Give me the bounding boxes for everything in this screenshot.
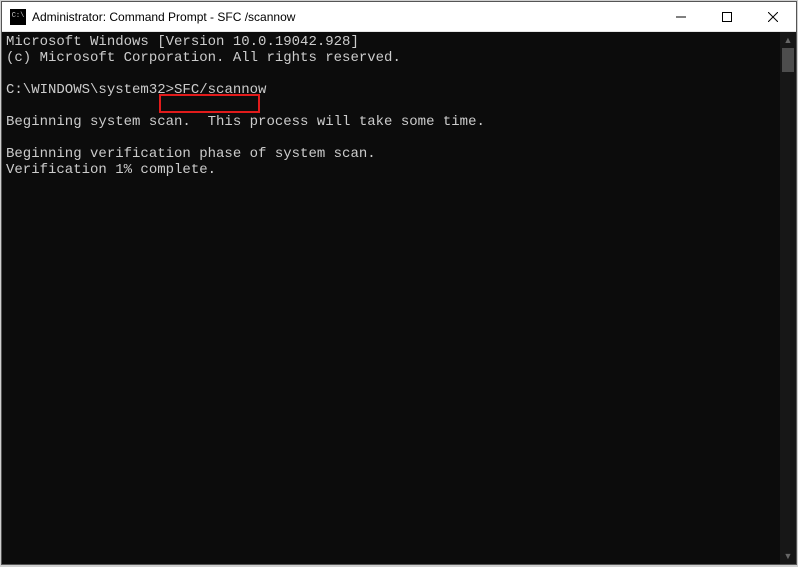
output-line: Verification 1% complete. [6, 162, 780, 178]
maximize-button[interactable] [704, 2, 750, 31]
scroll-up-icon[interactable]: ▲ [780, 32, 796, 48]
command-prompt-window: Administrator: Command Prompt - SFC /sca… [1, 1, 797, 565]
minimize-button[interactable] [658, 2, 704, 31]
output-line: Microsoft Windows [Version 10.0.19042.92… [6, 34, 780, 50]
output-line: Beginning system scan. This process will… [6, 114, 780, 130]
console-output[interactable]: Microsoft Windows [Version 10.0.19042.92… [2, 32, 780, 564]
prompt-line: C:\WINDOWS\system32>SFC/scannow [6, 82, 780, 98]
output-line: (c) Microsoft Corporation. All rights re… [6, 50, 780, 66]
titlebar[interactable]: Administrator: Command Prompt - SFC /sca… [2, 2, 796, 32]
output-blank [6, 98, 780, 114]
output-blank [6, 130, 780, 146]
prompt-path: C:\WINDOWS\system32> [6, 82, 174, 98]
vertical-scrollbar[interactable]: ▲ ▼ [780, 32, 796, 564]
prompt-command: SFC/scannow [174, 82, 266, 98]
close-button[interactable] [750, 2, 796, 31]
cmd-icon [10, 9, 26, 25]
console-area: Microsoft Windows [Version 10.0.19042.92… [2, 32, 796, 564]
window-title: Administrator: Command Prompt - SFC /sca… [32, 10, 658, 24]
window-controls [658, 2, 796, 31]
output-blank [6, 66, 780, 82]
scroll-down-icon[interactable]: ▼ [780, 548, 796, 564]
scroll-thumb[interactable] [782, 48, 794, 72]
output-line: Beginning verification phase of system s… [6, 146, 780, 162]
